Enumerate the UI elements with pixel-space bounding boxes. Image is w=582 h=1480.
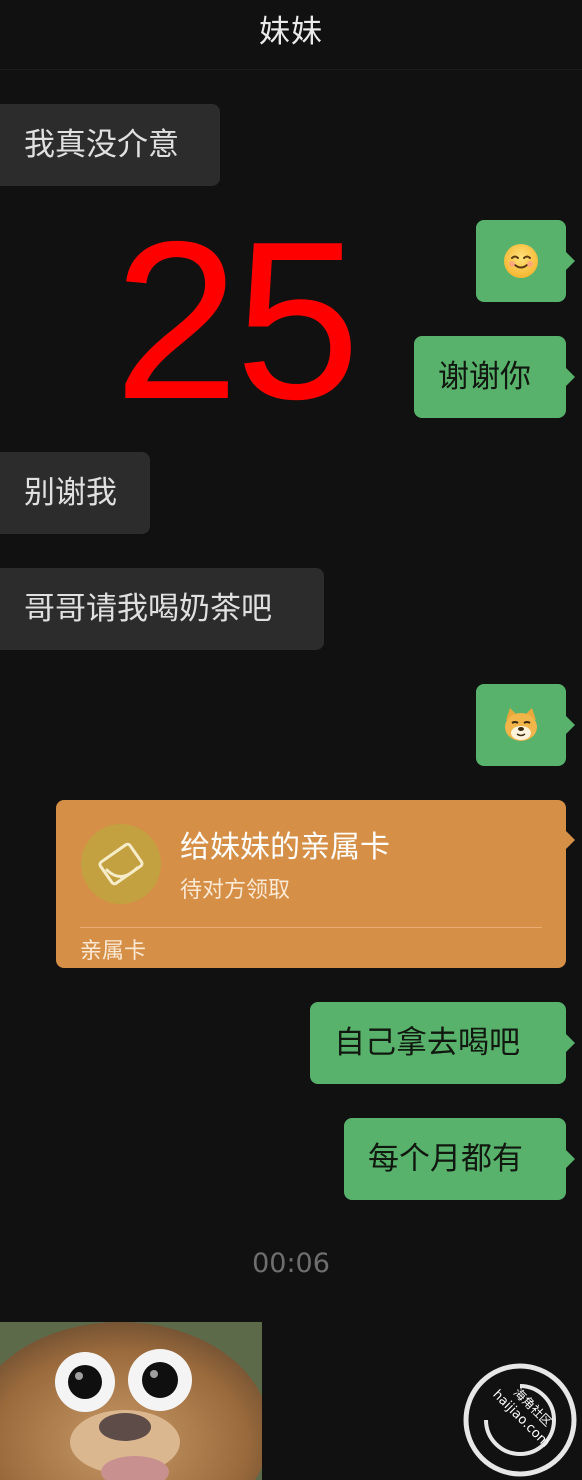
message-outgoing-emoji[interactable] — [476, 220, 575, 302]
watermark-logo: haijiao.com 海角社区 — [460, 1360, 580, 1480]
smiling-face-icon — [504, 244, 538, 278]
bear-image — [0, 1322, 262, 1480]
card-footer: 亲属卡 — [80, 939, 147, 964]
doge-icon — [505, 708, 537, 741]
family-card-message[interactable]: 给妹妹的亲属卡 待对方领取 亲属卡 — [56, 800, 575, 968]
message-outgoing[interactable]: 谢谢你 — [414, 336, 575, 418]
card-subtitle: 待对方领取 — [180, 878, 291, 903]
timestamp: 00:06 — [252, 1248, 330, 1279]
chat-title: 妹妹 — [259, 14, 323, 50]
bear-photo-message[interactable] — [0, 1322, 262, 1480]
message-incoming[interactable]: 哥哥请我喝奶茶吧 — [0, 568, 324, 650]
message-outgoing-emoji[interactable] — [476, 684, 575, 766]
message-incoming[interactable]: 别谢我 — [0, 452, 150, 534]
card-title: 给妹妹的亲属卡 — [180, 830, 390, 865]
family-card-icon — [81, 824, 161, 904]
chat-header: 妹妹 — [0, 0, 582, 70]
message-incoming[interactable]: 我真没介意 — [0, 104, 220, 186]
message-outgoing[interactable]: 每个月都有 — [344, 1118, 575, 1200]
card-divider — [80, 927, 542, 928]
overlay-number: 25 — [114, 194, 360, 446]
message-outgoing[interactable]: 自己拿去喝吧 — [310, 1002, 575, 1084]
